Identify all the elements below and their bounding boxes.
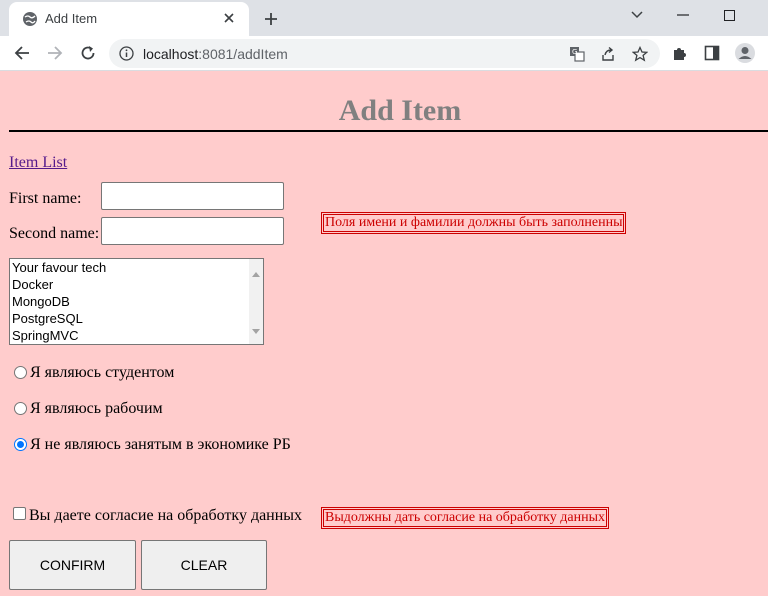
- new-tab-plus-icon[interactable]: [260, 8, 282, 30]
- scroll-up-arrow-icon[interactable]: [252, 264, 260, 282]
- second-name-label: Second name:: [9, 225, 100, 242]
- unemployed-radio[interactable]: [14, 438, 27, 451]
- profile-avatar-icon[interactable]: [733, 41, 757, 65]
- close-icon[interactable]: [219, 8, 239, 28]
- url-text: localhost:8081/addItem: [143, 46, 288, 62]
- page-title: Add Item: [338, 94, 462, 127]
- consent-error-message: Выдолжны дать согласие на обработку данн…: [321, 507, 610, 529]
- browser-tab-bar: Add Item: [0, 0, 768, 36]
- name-error-message: Поля имени и фамилии должны быть заполне…: [321, 212, 627, 234]
- worker-radio-label: Я являюсь рабочим: [30, 400, 163, 417]
- side-panel-icon[interactable]: [700, 41, 724, 65]
- forward-arrow-icon[interactable]: [43, 41, 67, 65]
- info-icon[interactable]: [119, 46, 134, 66]
- extensions-puzzle-icon[interactable]: [668, 41, 692, 65]
- tech-listbox[interactable]: Your favour tech Docker MongoDB PostgreS…: [9, 258, 264, 345]
- consent-checkbox[interactable]: [13, 507, 26, 520]
- tech-option[interactable]: PostgreSQL: [10, 310, 263, 327]
- minimize-icon[interactable]: [660, 0, 706, 30]
- url-host: localhost: [143, 46, 199, 62]
- tech-option[interactable]: SpringMVC: [10, 327, 263, 344]
- share-icon[interactable]: [597, 43, 619, 65]
- tab-search-chevron-down-icon[interactable]: [614, 0, 660, 30]
- first-name-label: First name:: [9, 190, 82, 207]
- second-name-field[interactable]: [101, 217, 284, 245]
- maximize-icon[interactable]: [706, 0, 752, 30]
- url-path: :8081/addItem: [198, 46, 288, 62]
- confirm-button[interactable]: CONFIRM: [9, 540, 136, 590]
- bookmark-star-icon[interactable]: [629, 43, 651, 65]
- browser-toolbar: localhost:8081/addItem G: [0, 36, 768, 71]
- reload-icon[interactable]: [76, 41, 100, 65]
- tech-option[interactable]: Your favour tech: [10, 259, 263, 276]
- consent-label: Вы даете согласие на обработку данных: [29, 507, 303, 524]
- item-list-link[interactable]: Item List: [9, 154, 67, 172]
- clear-button[interactable]: CLEAR: [141, 540, 267, 590]
- translate-icon[interactable]: G: [566, 43, 588, 65]
- student-radio[interactable]: [14, 366, 27, 379]
- listbox-scrollbar[interactable]: [249, 259, 263, 344]
- browser-tab[interactable]: Add Item: [9, 2, 249, 36]
- back-arrow-icon[interactable]: [10, 41, 34, 65]
- globe-icon: [22, 11, 38, 27]
- unemployed-radio-label: Я не являюсь занятым в экономике РБ: [30, 436, 291, 453]
- tech-option[interactable]: Docker: [10, 276, 263, 293]
- student-radio-label: Я являюсь студентом: [30, 364, 175, 381]
- tab-title: Add Item: [45, 11, 98, 26]
- scroll-down-arrow-icon[interactable]: [252, 321, 260, 339]
- first-name-field[interactable]: [101, 182, 284, 210]
- worker-radio[interactable]: [14, 402, 27, 415]
- tech-option[interactable]: MongoDB: [10, 293, 263, 310]
- address-bar[interactable]: localhost:8081/addItem G: [109, 39, 660, 68]
- svg-text:G: G: [572, 48, 577, 56]
- title-divider: [9, 130, 768, 132]
